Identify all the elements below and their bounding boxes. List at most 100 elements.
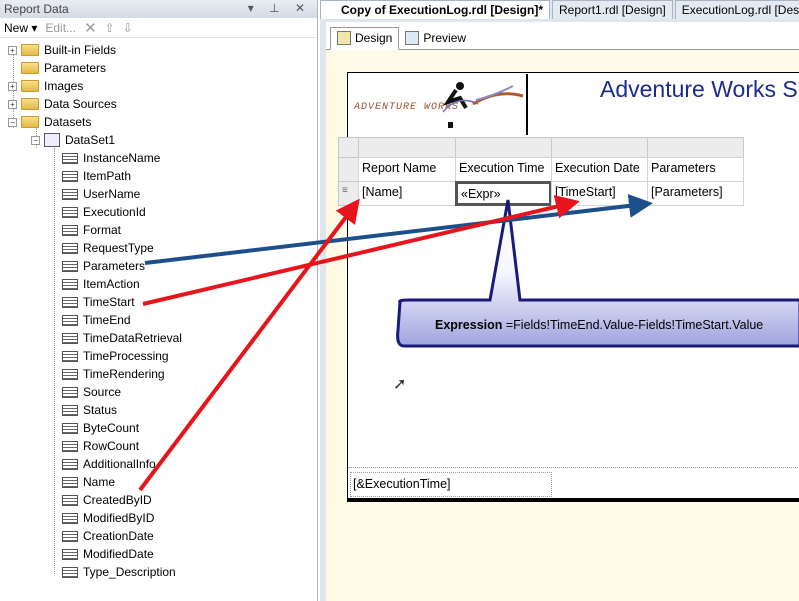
field-icon: [62, 512, 78, 524]
column-header[interactable]: Parameters: [647, 157, 744, 182]
tree-field-item[interactable]: TimeProcessing: [62, 347, 169, 365]
tree-folder-item[interactable]: − Datasets: [8, 113, 91, 131]
field-icon: [62, 368, 78, 380]
tree-field-item[interactable]: TimeStart: [62, 293, 135, 311]
move-up-icon[interactable]: ⇧: [105, 21, 115, 35]
expander-icon[interactable]: +: [8, 81, 17, 91]
tree-field-item[interactable]: CreatedByID: [62, 491, 152, 509]
cyclist-logo-icon: [442, 82, 524, 128]
field-label: ExecutionId: [83, 205, 146, 219]
field-icon: [62, 440, 78, 452]
tree-field-item[interactable]: ModifiedByID: [62, 509, 154, 527]
tree-field-item[interactable]: Format: [62, 221, 121, 239]
delete-icon[interactable]: ✕: [84, 19, 97, 37]
tab-report1[interactable]: Report1.rdl [Design]: [552, 0, 673, 19]
panel-controls[interactable]: ▾ ⊥ ✕: [248, 1, 311, 15]
tree-folder-item[interactable]: + Built-in Fields: [8, 41, 116, 59]
folder-icon: [21, 98, 39, 110]
field-label: ModifiedDate: [83, 547, 154, 561]
field-label: UserName: [83, 187, 141, 201]
tree-field-item[interactable]: TimeDataRetrieval: [62, 329, 182, 347]
field-icon: [62, 242, 78, 254]
field-label: Status: [83, 403, 118, 417]
callout-label: Expression: [435, 318, 503, 332]
tree-field-item[interactable]: ModifiedDate: [62, 545, 154, 563]
tree-field-item[interactable]: ItemAction: [62, 275, 140, 293]
tree-folder-item[interactable]: + Images: [8, 77, 83, 95]
dataset-label: DataSet1: [65, 133, 116, 147]
detail-cell[interactable]: [Parameters]: [647, 181, 744, 206]
report-title[interactable]: Adventure Works S: [600, 76, 798, 103]
field-icon: [62, 404, 78, 416]
column-header[interactable]: Execution Time: [455, 157, 552, 182]
tree-field-item[interactable]: ByteCount: [62, 419, 139, 437]
field-icon: [62, 494, 78, 506]
tab-design[interactable]: Design: [330, 27, 400, 50]
field-label: CreationDate: [83, 529, 154, 543]
tree-folder-label: Parameters: [44, 61, 107, 75]
field-label: TimeDataRetrieval: [83, 331, 182, 345]
edit-button[interactable]: Edit...: [45, 21, 76, 35]
tree-field-item[interactable]: Name: [62, 473, 115, 491]
column-handle[interactable]: [358, 137, 456, 158]
row-handle-detail[interactable]: ≡: [338, 181, 359, 206]
tree-folder-item[interactable]: + Data Sources: [8, 95, 117, 113]
tab-preview[interactable]: Preview: [399, 28, 472, 49]
document-tabs: Copy of ExecutionLog.rdl [Design]* Repor…: [320, 0, 799, 19]
field-label: AdditionalInfo: [83, 457, 156, 471]
tree-field-item[interactable]: Status: [62, 401, 117, 419]
dataset-icon: [44, 133, 60, 147]
tree-field-item[interactable]: Type_Description: [62, 563, 176, 581]
tab-executionlog[interactable]: ExecutionLog.rdl [Design]: [674, 0, 799, 19]
tree-field-item[interactable]: ExecutionId: [62, 203, 146, 221]
detail-cell[interactable]: [TimeStart]: [551, 181, 648, 206]
field-label: InstanceName: [83, 151, 161, 165]
field-label: Format: [83, 223, 122, 237]
logo-image[interactable]: ADVENTURE WORKS: [348, 74, 528, 135]
tree-field-item[interactable]: TimeRendering: [62, 365, 165, 383]
expander-icon[interactable]: −: [31, 135, 40, 145]
field-label: Type_Description: [83, 565, 176, 579]
tree-dataset-item[interactable]: − DataSet1: [31, 131, 115, 149]
expression-callout: Expression =Fields!TimeEnd.Value-Fields!…: [435, 318, 763, 332]
tree-field-item[interactable]: Source: [62, 383, 121, 401]
tab-design-label: Design: [355, 31, 393, 45]
detail-cell[interactable]: «Expr»: [455, 181, 552, 206]
field-icon: [62, 350, 78, 362]
expander-icon[interactable]: +: [8, 45, 17, 55]
tree-field-item[interactable]: AdditionalInfo: [62, 455, 156, 473]
column-header[interactable]: Report Name: [358, 157, 456, 182]
footer-textbox[interactable]: [&ExecutionTime]: [350, 472, 552, 497]
field-label: RowCount: [83, 439, 140, 453]
column-handle[interactable]: [647, 137, 744, 158]
new-button[interactable]: New ▾: [4, 21, 37, 35]
tab-copy-of-executionlog[interactable]: Copy of ExecutionLog.rdl [Design]*: [320, 0, 551, 19]
tree-field-item[interactable]: RequestType: [62, 239, 154, 257]
field-label: Name: [83, 475, 116, 489]
report-data-panel: Report Data ▾ ⊥ ✕ New ▾ Edit... ✕ ⇧ ⇩ + B…: [0, 0, 318, 601]
move-down-icon[interactable]: ⇩: [123, 21, 133, 35]
panel-title: Report Data: [4, 2, 69, 16]
tree-field-item[interactable]: Parameters: [62, 257, 145, 275]
column-handle[interactable]: [455, 137, 552, 158]
tree-folder-item[interactable]: Parameters: [8, 59, 106, 77]
tree-field-item[interactable]: CreationDate: [62, 527, 154, 545]
tree-field-item[interactable]: UserName: [62, 185, 140, 203]
column-handle[interactable]: [551, 137, 648, 158]
row-handle-header[interactable]: [338, 157, 359, 182]
field-icon: [62, 224, 78, 236]
folder-icon: [21, 116, 39, 128]
tree-field-item[interactable]: InstanceName: [62, 149, 160, 167]
expander-icon[interactable]: −: [8, 117, 17, 127]
field-label: CreatedByID: [83, 493, 152, 507]
tree-field-item[interactable]: ItemPath: [62, 167, 131, 185]
table-corner-handle[interactable]: [338, 137, 359, 158]
tree-field-item[interactable]: RowCount: [62, 437, 139, 455]
column-header[interactable]: Execution Date: [551, 157, 648, 182]
expander-icon[interactable]: +: [8, 99, 17, 109]
field-label: ByteCount: [83, 421, 140, 435]
callout-expression: =Fields!TimeEnd.Value-Fields!TimeStart.V…: [502, 318, 764, 332]
folder-icon: [21, 62, 39, 74]
detail-cell[interactable]: [Name]: [358, 181, 456, 206]
tree-field-item[interactable]: TimeEnd: [62, 311, 131, 329]
